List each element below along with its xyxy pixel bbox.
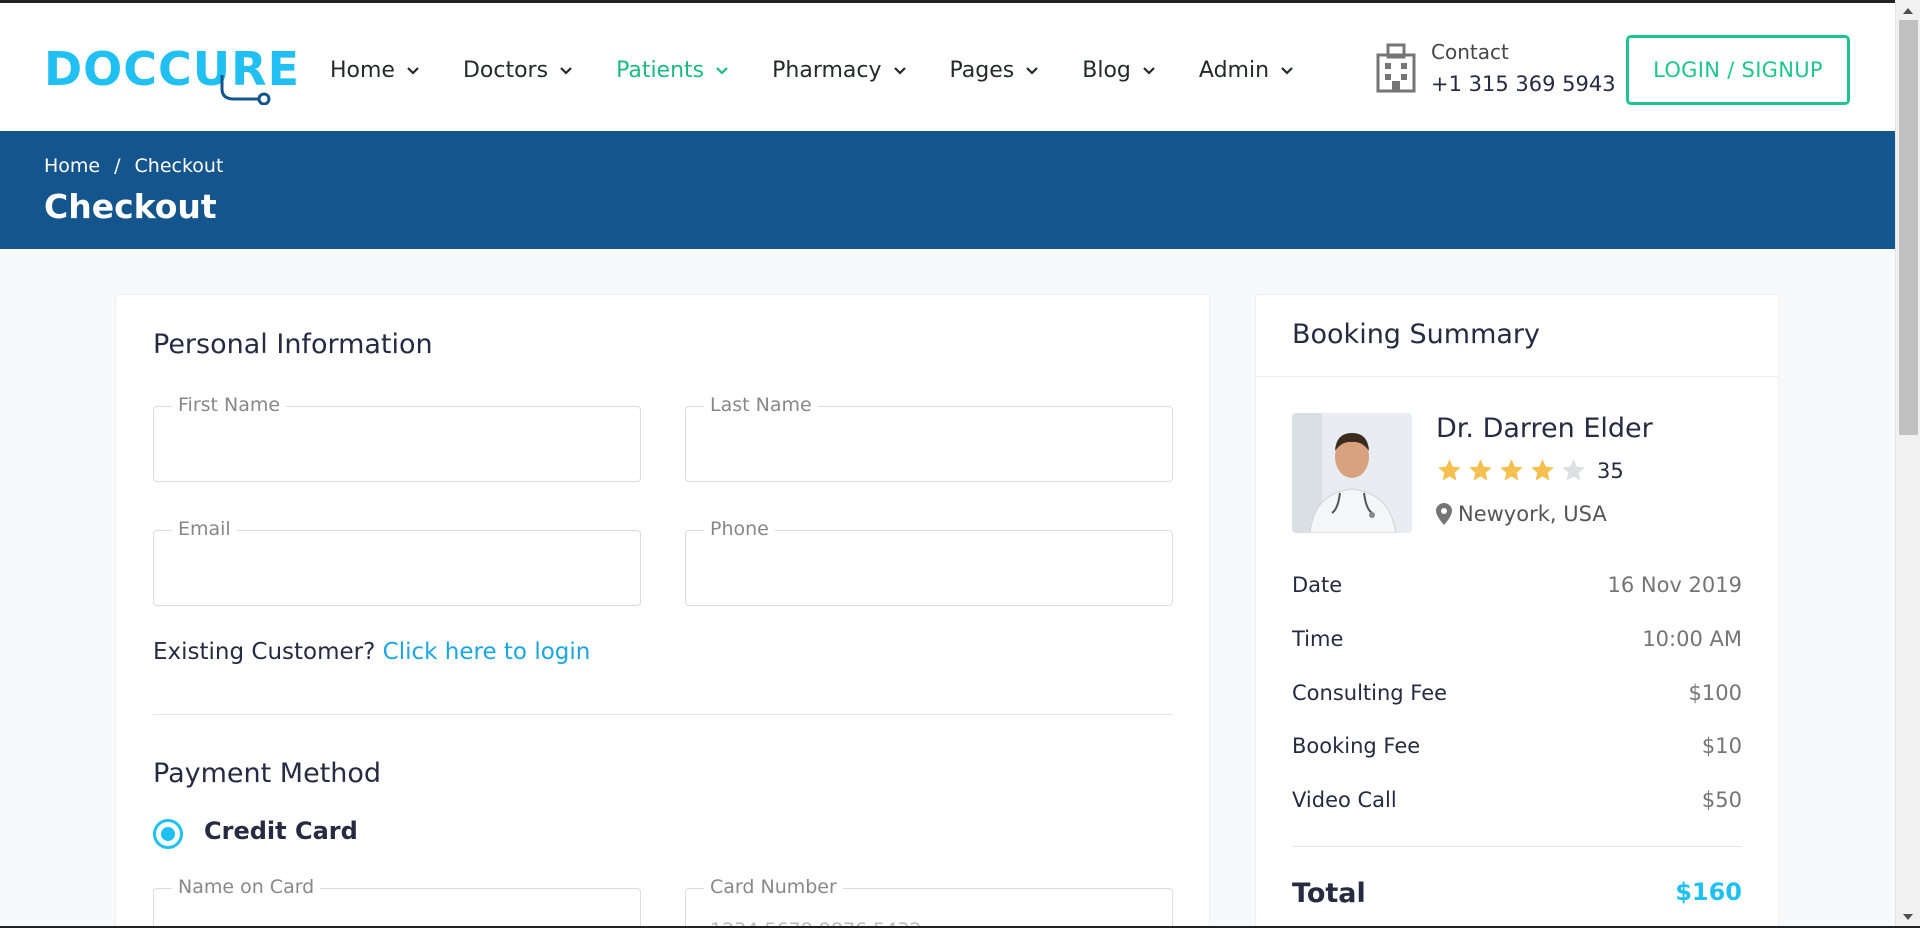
booking-summary-header: Booking Summary [1256, 295, 1778, 377]
page-title: Checkout [44, 187, 217, 226]
chevron-down-icon [716, 67, 728, 75]
chevron-down-icon [560, 67, 572, 75]
summary-row-label: Video Call [1292, 788, 1397, 812]
first-name-field[interactable]: First Name [153, 394, 641, 482]
doctor-photo[interactable] [1292, 413, 1412, 533]
summary-row-label: Time [1292, 627, 1344, 651]
nav-pharmacy[interactable]: Pharmacy [772, 53, 907, 87]
nav-pharmacy-label: Pharmacy [772, 57, 882, 83]
contact-info: Contact +1 315 369 5943 [1375, 39, 1616, 99]
chevron-down-icon [1143, 67, 1155, 75]
summary-row-value: $50 [1701, 788, 1742, 812]
summary-row-date: Date 16 Nov 2019 [1292, 573, 1742, 597]
chevron-down-icon [1026, 67, 1039, 75]
phone-label: Phone [704, 518, 775, 540]
total-label: Total [1292, 878, 1366, 909]
breadcrumb-home[interactable]: Home [44, 155, 100, 177]
phone-field[interactable]: Phone [685, 518, 1173, 606]
existing-customer: Existing Customer? Click here to login [153, 639, 590, 665]
booking-summary-title: Booking Summary [1292, 319, 1541, 350]
total-value: $160 [1675, 878, 1742, 906]
main-nav: Home Doctors Patients Pharmacy Pages Blo… [330, 53, 1337, 87]
summary-row-consulting-fee: Consulting Fee $100 [1292, 681, 1742, 705]
summary-row-value: 10:00 AM [1642, 627, 1742, 651]
star-filled-icon [1469, 459, 1492, 481]
scroll-up-arrow-icon[interactable] [1903, 8, 1913, 14]
nav-doctors-label: Doctors [462, 57, 549, 83]
breadcrumb-current: Checkout [134, 155, 224, 177]
email-label: Email [172, 518, 237, 540]
hospital-icon [1376, 43, 1416, 93]
summary-row-time: Time 10:00 AM [1292, 627, 1742, 651]
stethoscope-icon [220, 75, 271, 105]
existing-customer-text: Existing Customer? [153, 639, 376, 665]
doctor-rating: 35 [1436, 457, 1624, 484]
last-name-label: Last Name [704, 394, 818, 416]
chevron-down-icon [407, 67, 419, 75]
nav-doctors[interactable]: Doctors [463, 53, 574, 87]
nav-patients[interactable]: Patients [616, 53, 730, 87]
section-divider [153, 714, 1173, 715]
chevron-down-icon [893, 67, 906, 75]
first-name-label: First Name [172, 394, 287, 416]
card-number-field[interactable]: Card Number 1234 5678 9876 5432 [685, 876, 1173, 928]
nav-patients-label: Patients [616, 57, 705, 83]
contact-phone[interactable]: +1 315 369 5943 [1431, 69, 1616, 99]
card-number-label: Card Number [704, 876, 843, 898]
login-link[interactable]: Click here to login [383, 639, 591, 665]
nav-blog[interactable]: Blog [1082, 53, 1157, 87]
doctor-location: Newyork, USA [1436, 502, 1607, 526]
breadcrumb: Home / Checkout [44, 155, 223, 177]
chevron-down-icon [1281, 67, 1293, 75]
rating-count: 35 [1597, 458, 1624, 483]
site-header: DOCCURE Home Doctors Patients Pharmacy P… [0, 0, 1895, 131]
breadcrumb-separator: / [114, 155, 121, 177]
summary-row-value: $10 [1701, 734, 1742, 758]
contact-label: Contact [1431, 40, 1509, 64]
breadcrumb-bar: Home / Checkout Checkout [0, 131, 1895, 249]
star-filled-icon [1500, 459, 1523, 481]
star-filled-icon [1438, 459, 1461, 481]
name-on-card-field[interactable]: Name on Card [153, 876, 641, 928]
credit-card-radio[interactable] [153, 819, 183, 849]
summary-row-label: Booking Fee [1292, 734, 1421, 758]
vertical-scrollbar[interactable] [1895, 0, 1920, 928]
summary-row-value: 16 Nov 2019 [1607, 573, 1742, 597]
summary-row-value: $100 [1688, 681, 1742, 705]
personal-info-title: Personal Information [153, 329, 433, 360]
nav-blog-label: Blog [1082, 57, 1131, 83]
scrollbar-thumb[interactable] [1899, 20, 1918, 435]
scroll-down-arrow-icon[interactable] [1903, 914, 1913, 920]
star-empty-icon [1562, 459, 1585, 481]
nav-pages[interactable]: Pages [950, 53, 1041, 87]
booking-summary-card: Booking Summary Dr. Darren Elder 35 Newy… [1255, 294, 1779, 928]
email-field[interactable]: Email [153, 518, 641, 606]
credit-card-label[interactable]: Credit Card [204, 817, 358, 845]
nav-home-label: Home [330, 57, 395, 83]
doctor-avatar-icon [1292, 413, 1412, 533]
summary-row-video-call: Video Call $50 [1292, 788, 1742, 812]
summary-divider [1292, 846, 1742, 847]
logo[interactable]: DOCCURE [44, 37, 299, 105]
nav-admin[interactable]: Admin [1199, 53, 1295, 87]
nav-home[interactable]: Home [330, 53, 421, 87]
login-signup-button[interactable]: LOGIN / SIGNUP [1626, 35, 1850, 105]
name-on-card-label: Name on Card [172, 876, 321, 898]
nav-pages-label: Pages [949, 57, 1015, 83]
doctor-name[interactable]: Dr. Darren Elder [1436, 413, 1653, 444]
nav-admin-label: Admin [1198, 57, 1270, 83]
payment-method-title: Payment Method [153, 758, 382, 789]
summary-row-label: Date [1292, 573, 1343, 597]
summary-row-label: Consulting Fee [1292, 681, 1448, 705]
star-filled-icon [1531, 459, 1554, 481]
location-text: Newyork, USA [1458, 502, 1607, 526]
map-pin-icon [1436, 503, 1452, 525]
summary-row-booking-fee: Booking Fee $10 [1292, 734, 1742, 758]
checkout-form-card: Personal Information First Name Last Nam… [115, 294, 1210, 928]
last-name-field[interactable]: Last Name [685, 394, 1173, 482]
